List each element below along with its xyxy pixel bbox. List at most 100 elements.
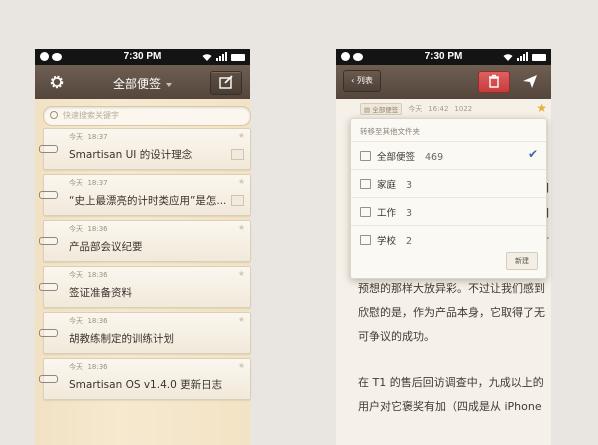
wifi-icon	[503, 53, 513, 61]
note-date: 今天	[69, 179, 83, 187]
folder-count: 469	[425, 152, 444, 163]
note-list-item[interactable]: 今天 18:36 签证准备资料 ★	[39, 266, 251, 308]
share-button[interactable]	[515, 71, 545, 91]
search-input[interactable]: 快速搜索关键字	[43, 106, 251, 126]
body-line: 在 T1 的售后回访调查中，九成以上的	[358, 376, 544, 389]
body-line: 用户对它褒奖有加（四成是从 iPhone	[358, 400, 542, 413]
note-meta: 今天 18:36	[69, 362, 108, 372]
chevron-down-icon	[166, 82, 172, 87]
note-meta: ▤ 全部便签 今天 16:42 1022	[360, 103, 472, 115]
folder-option[interactable]: 全部便签 469 ✔	[351, 141, 546, 170]
folder-option[interactable]: 工作 3	[351, 197, 546, 226]
note-list-item[interactable]: 今天 18:36 Smartisan OS v1.4.0 更新日志 ★	[39, 358, 251, 400]
favorite-star-icon[interactable]: ★	[536, 101, 547, 115]
note-meta: 今天 18:36	[69, 224, 108, 234]
note-meta: 今天 18:37	[69, 132, 108, 142]
binder-ring-icon	[39, 375, 58, 383]
folder-icon	[360, 179, 371, 189]
note-list-item[interactable]: 今天 18:37 Smartisan UI 的设计理念 ★	[39, 128, 251, 170]
body-line: 欣慰的是，作为产品本身，它取得了无	[358, 306, 545, 319]
note-title: 签证准备资料	[69, 287, 132, 299]
note-body[interactable]: 预想的那样大放异彩。不过让我们感到 欣慰的是，作为产品本身，它取得了无 可争议的…	[358, 277, 548, 419]
image-attachment-icon	[231, 149, 244, 160]
binder-ring-icon	[39, 237, 58, 245]
note-date: 今天	[69, 317, 83, 325]
star-icon[interactable]: ★	[238, 131, 245, 140]
note-title: Smartisan UI 的设计理念	[69, 149, 193, 161]
folder-name: 家庭	[377, 180, 397, 191]
title-bar: 全部便签	[35, 65, 250, 100]
send-icon	[523, 75, 537, 88]
back-label: 列表	[356, 76, 373, 85]
note-time: 18:36	[87, 271, 108, 279]
search-placeholder: 快速搜索关键字	[63, 111, 119, 120]
note-title: “史上最漂亮的计时类应用”是怎...	[69, 195, 227, 207]
note-list-item[interactable]: 今天 18:36 胡教练制定的训练计划 ★	[39, 312, 251, 354]
star-icon[interactable]: ★	[238, 269, 245, 278]
star-icon[interactable]: ★	[238, 223, 245, 232]
image-attachment-icon	[231, 195, 244, 206]
checkmark-icon: ✔	[527, 147, 538, 161]
star-icon[interactable]: ★	[238, 315, 245, 324]
battery-icon	[532, 53, 546, 61]
folder-name: 工作	[377, 208, 397, 219]
note-list-item[interactable]: 今天 18:36 产品部会议纪要 ★	[39, 220, 251, 262]
note-date: 今天	[69, 363, 83, 371]
char-count: 1022	[454, 105, 473, 113]
compose-icon	[219, 75, 233, 89]
folder-icon	[360, 235, 371, 245]
delete-button[interactable]	[478, 71, 510, 93]
trash-icon	[489, 74, 499, 88]
title-bar: ‹ 列表	[336, 65, 551, 100]
note-time: 18:37	[87, 133, 108, 141]
note-time: 18:36	[87, 363, 108, 371]
wifi-icon	[202, 53, 212, 61]
page-title: 全部便签	[112, 77, 161, 91]
folder-name: 学校	[377, 236, 397, 247]
note-time: 16:42	[428, 105, 449, 113]
star-icon[interactable]: ★	[238, 361, 245, 370]
folder-tag[interactable]: ▤ 全部便签	[360, 103, 403, 115]
binder-ring-icon	[39, 283, 58, 291]
battery-icon	[231, 53, 245, 61]
note-title: 产品部会议纪要	[69, 241, 143, 253]
note-title: 胡教练制定的训练计划	[69, 333, 174, 345]
folder-name: 全部便签	[377, 152, 416, 163]
folder-count: 3	[406, 180, 413, 191]
body-line: 可争议的成功。	[358, 330, 435, 343]
folder-option[interactable]: 家庭 3	[351, 169, 546, 198]
folder-option[interactable]: 学校 2	[351, 225, 546, 254]
signal-icon	[216, 52, 227, 61]
note-date: 今天	[69, 133, 83, 141]
note-time: 18:37	[87, 179, 108, 187]
note-meta: 今天 18:36	[69, 316, 108, 326]
folder-count: 2	[406, 236, 413, 247]
move-folder-dropdown: 转移至其他文件夹 全部便签 469 ✔ 家庭 3 工作 3 学校 2 新建	[350, 118, 547, 279]
back-button[interactable]: ‹ 列表	[343, 70, 381, 92]
status-bar: 7:30 PM	[336, 49, 551, 65]
dropdown-title: 转移至其他文件夹	[360, 127, 420, 136]
body-line: 预想的那样大放异彩。不过让我们感到	[358, 282, 545, 295]
note-title: Smartisan OS v1.4.0 更新日志	[69, 379, 223, 391]
note-meta: 今天 18:37	[69, 178, 108, 188]
binder-ring-icon	[39, 191, 58, 199]
binder-ring-icon	[39, 329, 58, 337]
search-icon	[50, 111, 58, 119]
body-line	[358, 349, 548, 371]
note-time: 18:36	[87, 225, 108, 233]
signal-icon	[517, 52, 528, 61]
folder-icon	[360, 207, 371, 217]
binder-ring-icon	[39, 145, 58, 153]
note-meta: 今天 18:36	[69, 270, 108, 280]
folder-icon	[360, 151, 371, 161]
new-folder-button[interactable]: 新建	[506, 252, 538, 270]
note-date: 今天	[408, 105, 423, 113]
note-list-item[interactable]: 今天 18:37 “史上最漂亮的计时类应用”是怎... ★	[39, 174, 251, 216]
star-icon[interactable]: ★	[238, 177, 245, 186]
compose-button[interactable]	[210, 71, 242, 95]
note-date: 今天	[69, 271, 83, 279]
folder-tag-label: 全部便签	[372, 106, 399, 114]
folder-icon: ▤	[364, 106, 373, 114]
folder-count: 3	[406, 208, 413, 219]
status-bar: 7:30 PM	[35, 49, 250, 65]
